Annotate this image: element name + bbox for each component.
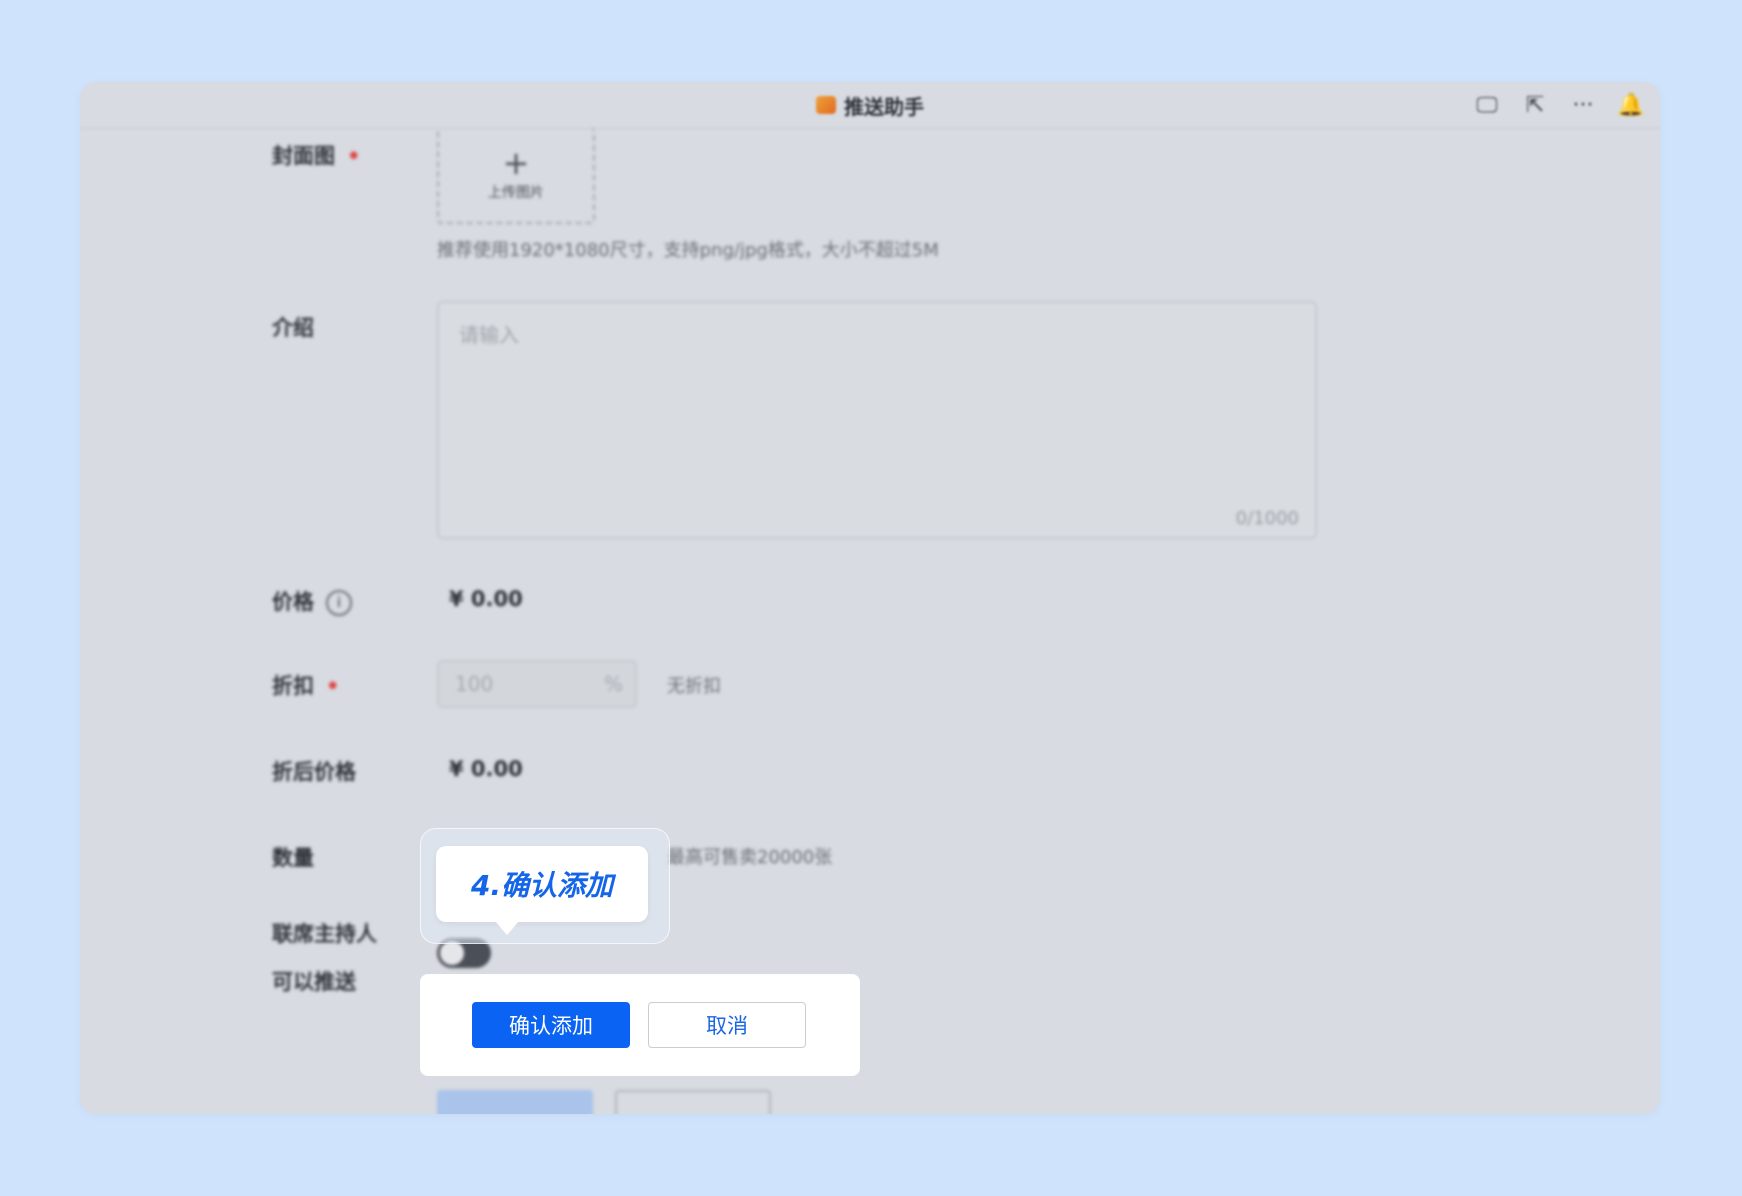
info-icon[interactable]: i (326, 590, 352, 616)
app-window: 推送助手 🖵 ⇱ ··· 🔔 封面图 • + 上传图片 推荐使用1920*1080… (80, 82, 1660, 1114)
quantity-label: 数量 (272, 846, 314, 870)
discount-hint: 无折扣 (667, 676, 721, 697)
percent-unit: % (603, 672, 623, 696)
background-confirm-button (437, 1090, 593, 1114)
intro-label: 介绍 (272, 316, 314, 340)
final-price-label: 折后价格 (272, 760, 356, 784)
confirm-add-button[interactable]: 确认添加 (472, 1002, 630, 1048)
tooltip-arrow (495, 921, 519, 935)
cover-label-text: 封面图 (272, 144, 335, 168)
price-value: ¥ 0.00 (449, 587, 523, 611)
upload-text: 上传图片 (488, 185, 544, 201)
cohost-label-line1: 联席主持人 (272, 922, 377, 946)
discount-placeholder: 100 (455, 672, 494, 696)
cohost-label-line2: 可以推送 (272, 970, 356, 994)
price-label: 价格 i (272, 586, 352, 616)
cover-upload[interactable]: + 上传图片 (437, 128, 595, 224)
required-mark: • (326, 674, 340, 698)
intro-placeholder: 请输入 (459, 323, 519, 347)
discount-label-text: 折扣 (272, 674, 314, 698)
required-mark: • (347, 144, 361, 168)
cover-hint: 推荐使用1920*1080尺寸，支持png/jpg格式，大小不超过5M (437, 240, 939, 261)
background-cancel-button (615, 1090, 771, 1114)
intro-textarea[interactable]: 请输入 0/1000 (437, 301, 1317, 539)
step-tooltip: 4.确认添加 (436, 846, 648, 922)
plus-icon: + (502, 144, 530, 182)
cancel-button[interactable]: 取消 (648, 1002, 806, 1048)
price-label-text: 价格 (272, 590, 314, 614)
quantity-hint: 最高可售卖20000张 (667, 847, 833, 868)
final-price-value: ¥ 0.00 (449, 757, 523, 781)
intro-char-count: 0/1000 (1235, 508, 1299, 529)
ticket-form: 封面图 • + 上传图片 推荐使用1920*1080尺寸，支持png/jpg格式，… (80, 82, 1660, 1114)
confirm-action-panel: 确认添加 取消 (420, 974, 860, 1076)
cover-label: 封面图 • (272, 140, 360, 170)
discount-label: 折扣 • (272, 670, 339, 700)
discount-input[interactable]: 100 % (437, 660, 637, 708)
